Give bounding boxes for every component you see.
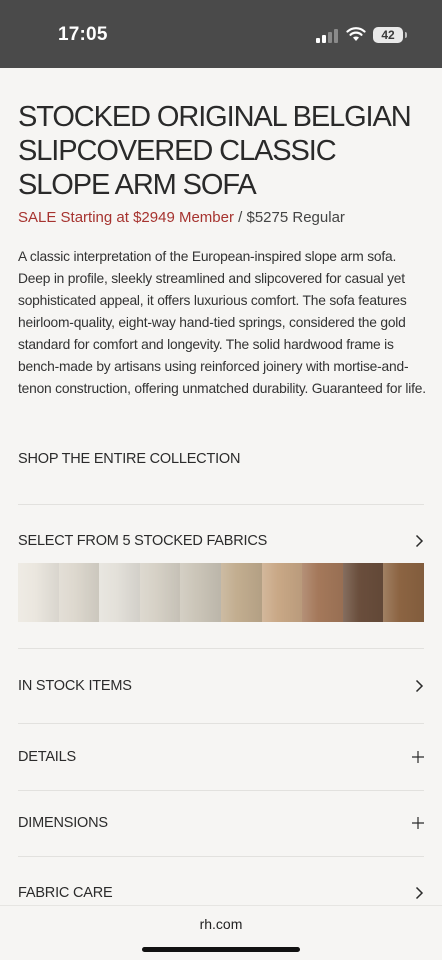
product-description: A classic interpretation of the European…: [18, 249, 426, 396]
select-fabrics-label: SELECT FROM 5 STOCKED FABRICS: [18, 533, 268, 549]
fabric-swatch[interactable]: [58, 563, 100, 622]
select-fabrics-row[interactable]: SELECT FROM 5 STOCKED FABRICS: [18, 531, 424, 551]
dimensions-row[interactable]: DIMENSIONS: [18, 813, 424, 833]
divider: [18, 790, 424, 791]
chevron-right-icon: [415, 534, 424, 548]
divider: [18, 504, 424, 505]
shop-collection-link[interactable]: SHOP THE ENTIRE COLLECTION: [18, 451, 240, 467]
home-indicator[interactable]: [142, 947, 300, 952]
details-label: DETAILS: [18, 749, 76, 765]
fabric-swatch[interactable]: [342, 563, 384, 622]
divider: [18, 723, 424, 724]
dimensions-label: DIMENSIONS: [18, 815, 108, 831]
fabric-swatch[interactable]: [220, 563, 262, 622]
fabric-swatch[interactable]: [302, 563, 343, 622]
divider: [18, 856, 424, 857]
price-separator: /: [233, 209, 247, 226]
wifi-icon: [346, 27, 366, 41]
chevron-right-icon: [415, 679, 424, 693]
regular-price: $5275 Regular: [246, 209, 345, 226]
plus-icon: [412, 751, 424, 763]
fabric-swatch[interactable]: [99, 563, 140, 622]
sale-label: SALE Starting at: [18, 209, 134, 226]
fabric-swatch[interactable]: [383, 563, 424, 622]
fabric-care-label: FABRIC CARE: [18, 885, 113, 901]
status-time: 17:05: [58, 24, 108, 45]
cellular-signal-icon: [316, 29, 338, 43]
battery-icon: 42: [373, 27, 407, 43]
browser-address-bar[interactable]: rh.com: [0, 905, 442, 960]
details-row[interactable]: DETAILS: [18, 747, 424, 767]
price-line: SALE Starting at $2949 Member / $5275 Re…: [18, 209, 426, 226]
fabric-swatch[interactable]: [18, 563, 59, 622]
member-price: $2949 Member: [133, 209, 234, 226]
fabric-care-row[interactable]: FABRIC CARE: [18, 883, 424, 903]
product-content: STOCKED ORIGINAL BELGIAN SLIPCOVERED CLA…: [18, 100, 426, 400]
in-stock-items-row[interactable]: IN STOCK ITEMS: [18, 676, 424, 696]
status-bar: 17:05 42: [0, 0, 442, 68]
in-stock-items-label: IN STOCK ITEMS: [18, 678, 132, 694]
product-title: STOCKED ORIGINAL BELGIAN SLIPCOVERED CLA…: [18, 101, 412, 201]
chevron-right-icon: [415, 886, 424, 900]
divider: [18, 648, 424, 649]
fabric-swatch[interactable]: [261, 563, 303, 622]
fabric-swatch[interactable]: [139, 563, 181, 622]
url-label[interactable]: rh.com: [0, 916, 442, 932]
fabric-swatches[interactable]: [18, 563, 424, 622]
plus-icon: [412, 817, 424, 829]
fabric-swatch[interactable]: [180, 563, 221, 622]
